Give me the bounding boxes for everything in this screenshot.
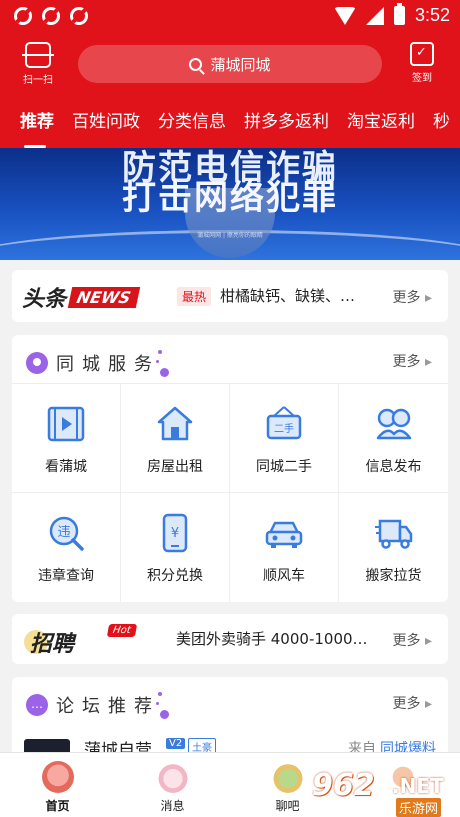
house-icon (155, 404, 195, 444)
jobs-card[interactable]: 招聘 Hot 美团外卖骑手 4000-1000… 更多 (12, 614, 448, 664)
checkin-label: 签到 (412, 73, 432, 84)
secondhand-sign-icon: 二手 (264, 404, 304, 444)
news-more-link[interactable]: 更多 (393, 287, 432, 307)
svg-text:违: 违 (57, 525, 70, 540)
signal-icon (365, 6, 384, 25)
service-label: 积分兑换 (147, 568, 203, 584)
sync-icon (14, 7, 32, 25)
car-icon (264, 513, 304, 553)
headline-text[interactable]: 柑橘缺钙、缺镁、… (220, 285, 355, 306)
news-badge: NEWS (67, 286, 140, 308)
app-header: 扫一扫 蒲城同城 签到 推荐 百姓问政 分类信息 拼多多返利 淘宝返利 秒 (0, 32, 460, 148)
chat-bubble-icon: … (26, 694, 48, 716)
service-house-rental[interactable]: 房屋出租 (121, 384, 230, 493)
forum-card: … 论坛推荐 更多 蒲城自营 V2 土豪 来自同城爆料 (12, 677, 448, 757)
wifi-icon (333, 6, 356, 25)
service-watch-pucheng[interactable]: 看蒲城 (12, 384, 121, 493)
clock: 3:52 (414, 5, 450, 25)
service-grid: 看蒲城 房屋出租 二手 同城二手 信息发布 违 违章查询 ¥ 积分兑换 顺风车 … (12, 383, 448, 602)
scan-button[interactable]: 扫一扫 (18, 42, 58, 86)
nav-messages[interactable]: 消息 (115, 753, 230, 817)
section-header: … 论坛推荐 (26, 690, 172, 720)
watermark-domain: .NET (392, 774, 444, 798)
tab-flash-sale[interactable]: 秒 (424, 108, 459, 148)
service-label: 房屋出租 (147, 459, 203, 475)
scan-icon (22, 42, 54, 68)
category-tabs: 推荐 百姓问政 分类信息 拼多多返利 淘宝返利 秒 (0, 108, 460, 148)
jobs-more-link[interactable]: 更多 (393, 630, 432, 650)
service-label: 搬家拉货 (365, 568, 422, 584)
service-label: 看蒲城 (45, 459, 87, 475)
home-pig-icon (41, 761, 74, 793)
promo-banner[interactable]: 防范电信诈骗 打击网络犯罪 蒲城网网 | 擦亮你的眼睛 (0, 148, 460, 260)
section-header: 同城服务 (26, 348, 172, 378)
film-icon (46, 404, 86, 444)
service-label: 信息发布 (365, 459, 422, 475)
checkin-button[interactable]: 签到 (402, 42, 442, 84)
people-icon (374, 404, 414, 444)
sync-icon (70, 7, 88, 25)
service-label: 顺风车 (263, 568, 305, 584)
status-bar: 3:52 (0, 0, 460, 32)
service-secondhand[interactable]: 二手 同城二手 (230, 384, 339, 493)
service-label: 同城二手 (256, 459, 312, 475)
watermark-site: 乐游网 (396, 798, 442, 817)
location-pin-icon (26, 352, 48, 374)
headline-logo: 头条 NEWS (22, 281, 140, 313)
nav-label: 消息 (160, 799, 185, 813)
hot-badge: Hot (106, 624, 137, 637)
service-moving[interactable]: 搬家拉货 (339, 493, 448, 602)
tab-classifieds[interactable]: 分类信息 (149, 108, 235, 148)
service-violation-query[interactable]: 违 违章查询 (12, 493, 121, 602)
services-more-link[interactable]: 更多 (393, 351, 432, 371)
chat-turtle-icon (271, 761, 304, 793)
nav-home[interactable]: 首页 (0, 753, 115, 817)
job-headline[interactable]: 美团外卖骑手 4000-1000… (176, 628, 368, 649)
tab-recommend[interactable]: 推荐 (0, 108, 63, 148)
jobs-logo: 招聘 Hot (24, 622, 144, 658)
service-points-exchange[interactable]: ¥ 积分兑换 (121, 493, 230, 602)
phone-coin-icon: ¥ (155, 513, 195, 553)
battery-icon (393, 3, 405, 25)
headline-news-card[interactable]: 头条 NEWS 最热 柑橘缺钙、缺镁、… 更多 (12, 270, 448, 322)
forum-more-link[interactable]: 更多 (393, 693, 432, 713)
nav-label: 首页 (45, 799, 70, 813)
city-services-card: 同城服务 更多 看蒲城 房屋出租 二手 同城二手 (12, 335, 448, 602)
decorative-dots-icon (156, 690, 172, 720)
hottest-tag: 最热 (177, 287, 212, 306)
scan-label: 扫一扫 (23, 75, 53, 86)
section-title: 同城服务 (56, 354, 160, 375)
search-icon (189, 57, 203, 71)
banner-caption: 蒲城网网 | 擦亮你的眼睛 (197, 232, 263, 239)
violation-search-icon: 违 (46, 513, 86, 553)
section-title: 论坛推荐 (56, 696, 160, 717)
level-badge: V2 (166, 738, 186, 749)
service-carpool[interactable]: 顺风车 (230, 493, 339, 602)
site-watermark: 962 .NET 乐游网 (312, 768, 452, 817)
search-input[interactable]: 蒲城同城 (78, 45, 382, 83)
notification-icons (14, 7, 88, 25)
service-label: 违章查询 (38, 568, 94, 584)
decorative-dots-icon (156, 348, 172, 378)
tab-public-affairs[interactable]: 百姓问政 (63, 108, 149, 148)
svg-text:¥: ¥ (171, 526, 179, 541)
headline-logo-text: 头条 (22, 286, 67, 312)
system-icons: 3:52 (333, 3, 450, 26)
calendar-check-icon (410, 42, 434, 66)
tab-pinduoduo-rebate[interactable]: 拼多多返利 (235, 108, 338, 148)
svg-text:二手: 二手 (274, 422, 294, 435)
banner-headline-2: 打击网络犯罪 (122, 178, 338, 218)
search-placeholder: 蒲城同城 (210, 55, 271, 74)
truck-icon (374, 513, 414, 553)
jobs-logo-text: 招聘 (30, 631, 75, 657)
sync-icon (42, 7, 60, 25)
watermark-number: 962 (312, 768, 375, 803)
tab-taobao-rebate[interactable]: 淘宝返利 (338, 108, 424, 148)
service-post-info[interactable]: 信息发布 (339, 384, 448, 493)
message-bunny-icon (156, 761, 189, 793)
